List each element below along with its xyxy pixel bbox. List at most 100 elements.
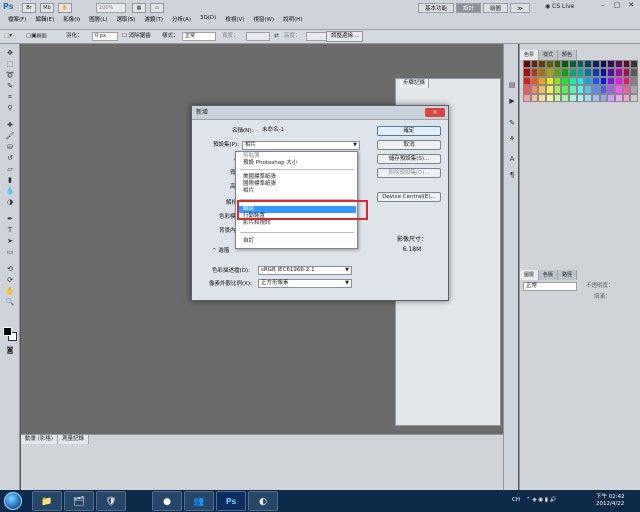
workspace-more[interactable]: ≫ (510, 3, 530, 13)
hand-tool-icon[interactable]: ✋ (4, 287, 16, 296)
history-icon[interactable]: ▤ (507, 80, 517, 90)
style-select[interactable]: 正常 (182, 32, 216, 41)
color-swatch[interactable] (591, 60, 600, 69)
menu-window[interactable]: 視窗(W) (253, 15, 274, 23)
color-swatch[interactable] (561, 68, 569, 77)
color-swatch[interactable] (622, 93, 631, 102)
healing-brush-tool-icon[interactable]: ✚ (4, 121, 16, 130)
color-swatch[interactable] (607, 60, 615, 69)
tab-color[interactable]: 顏色 (558, 50, 578, 60)
color-swatch[interactable] (553, 85, 562, 94)
messenger-taskbar-icon[interactable]: 👥 (184, 491, 214, 511)
language-indicator[interactable]: CH (512, 497, 520, 503)
width-input[interactable] (246, 32, 270, 41)
quick-mask-icon[interactable]: ◙ (4, 346, 16, 355)
lasso-tool-icon[interactable]: ➰ (4, 71, 16, 80)
explorer-taskbar-icon[interactable]: 📁 (32, 491, 62, 511)
color-swatch[interactable] (622, 60, 631, 69)
color-profile-select[interactable]: sRGB IEC61966-2.1 ▼ (258, 266, 352, 275)
quick-select-tool-icon[interactable]: ✎ (4, 82, 16, 91)
color-swatch[interactable] (630, 68, 638, 77)
color-swatch[interactable] (614, 60, 623, 69)
pixel-aspect-select[interactable]: 正方形像素 ▼ (258, 279, 352, 288)
menu-image[interactable]: 影像(I) (63, 15, 80, 23)
menu-help[interactable]: 說明(H) (283, 15, 302, 23)
color-swatch[interactable] (523, 60, 531, 69)
advanced-toggle[interactable]: ⌃ 進階 (212, 247, 229, 255)
color-swatch[interactable] (553, 68, 562, 77)
selection-mode-icon[interactable]: ▢▣▤▥ (26, 32, 47, 41)
preset-option-photo[interactable]: 相片 (238, 188, 356, 195)
gradient-tool-icon[interactable]: ▮ (4, 176, 16, 185)
clock-time[interactable]: 下午 02:42 (596, 492, 625, 500)
color-swatch[interactable] (545, 76, 554, 86)
antialias-checkbox[interactable]: ☐ 消除鋸齒 (122, 32, 151, 41)
color-swatch[interactable] (568, 85, 577, 94)
color-swatch[interactable] (523, 68, 531, 77)
menu-3d[interactable]: 3D(D) (200, 15, 216, 21)
swap-icon[interactable]: ⇄ (274, 32, 279, 41)
color-swatch[interactable] (523, 85, 531, 94)
brush-tool-icon[interactable]: 🖌 (4, 132, 16, 141)
eyedropper-tool-icon[interactable]: ⚲ (4, 104, 16, 113)
color-swatch[interactable] (553, 76, 562, 86)
color-swatch[interactable] (622, 68, 631, 77)
color-swatch[interactable] (599, 76, 608, 86)
folder-taskbar-icon[interactable]: 🗂 (64, 491, 94, 511)
color-swatch[interactable] (607, 85, 615, 94)
color-swatch[interactable] (576, 93, 585, 102)
start-button[interactable] (4, 492, 22, 510)
brush-presets-icon[interactable]: ⚘ (507, 134, 517, 144)
cs-live-button[interactable]: ◉ CS Live (545, 3, 574, 10)
color-swatch[interactable] (568, 68, 577, 77)
color-swatch[interactable] (530, 76, 539, 86)
minimize-button[interactable]: – (596, 1, 610, 11)
crop-tool-icon[interactable]: ⌗ (4, 93, 16, 102)
preset-option-film-video[interactable]: 影片和視訊 (238, 220, 356, 227)
type-tool-icon[interactable]: T (4, 226, 16, 235)
color-swatch[interactable] (553, 60, 562, 69)
preset-option-clipboard[interactable]: 剪貼簿 (238, 153, 356, 160)
name-input[interactable]: 未命名-1 (260, 127, 350, 136)
color-swatch[interactable] (530, 85, 539, 94)
security-taskbar-icon[interactable]: 🛡 (96, 491, 126, 511)
3d-camera-tool-icon[interactable]: ⟳ (4, 276, 16, 285)
shape-tool-icon[interactable]: ▭ (4, 248, 16, 257)
preset-option-intl-paper[interactable]: 國際標準紙張 (238, 181, 356, 188)
app-taskbar-icon[interactable]: ◐ (248, 491, 278, 511)
color-swatch[interactable] (614, 93, 623, 102)
color-swatch[interactable] (538, 93, 546, 102)
color-swatch[interactable] (568, 76, 577, 86)
menu-edit[interactable]: 編輯(E) (35, 15, 54, 23)
tray-icons[interactable]: ⌃ ◈ ◉ ▮ 🔊 (526, 497, 557, 503)
color-swatch[interactable] (561, 60, 569, 69)
color-swatch[interactable] (614, 76, 623, 86)
paragraph-icon[interactable]: ¶ (507, 170, 517, 180)
adjustments-icon[interactable]: ✎ (507, 118, 517, 128)
color-swatch[interactable] (545, 60, 554, 69)
color-swatch[interactable] (614, 85, 623, 94)
color-swatch[interactable] (591, 68, 600, 77)
tab-swatches[interactable]: 色票 (520, 50, 540, 60)
color-swatch[interactable] (622, 76, 631, 86)
tab-channels[interactable]: 色版 (539, 270, 559, 280)
color-swatch[interactable] (591, 85, 600, 94)
maximize-button[interactable]: □ (610, 1, 624, 11)
cancel-button[interactable]: 取消 (377, 140, 441, 150)
menu-file[interactable]: 檔案(F) (8, 15, 26, 23)
color-swatch[interactable] (530, 93, 539, 102)
photoshop-taskbar-icon[interactable]: Ps (216, 491, 246, 511)
marquee-tool-icon[interactable]: ⬚ (4, 60, 16, 69)
character-icon[interactable]: A (507, 154, 517, 164)
color-swatch[interactable] (630, 85, 638, 94)
blur-tool-icon[interactable]: 💧 (4, 187, 16, 196)
feather-input[interactable]: 0 px (92, 32, 118, 41)
clock-date[interactable]: 2012/4/22 (596, 501, 624, 507)
delete-preset-button[interactable]: 刪除預設集(D)... (377, 168, 441, 178)
color-swatch[interactable] (576, 60, 585, 69)
color-swatch[interactable] (599, 93, 608, 102)
color-swatch[interactable] (584, 76, 592, 86)
color-swatch[interactable] (561, 85, 569, 94)
move-tool-icon[interactable]: ✥ (4, 49, 16, 58)
color-swatch[interactable] (538, 85, 546, 94)
